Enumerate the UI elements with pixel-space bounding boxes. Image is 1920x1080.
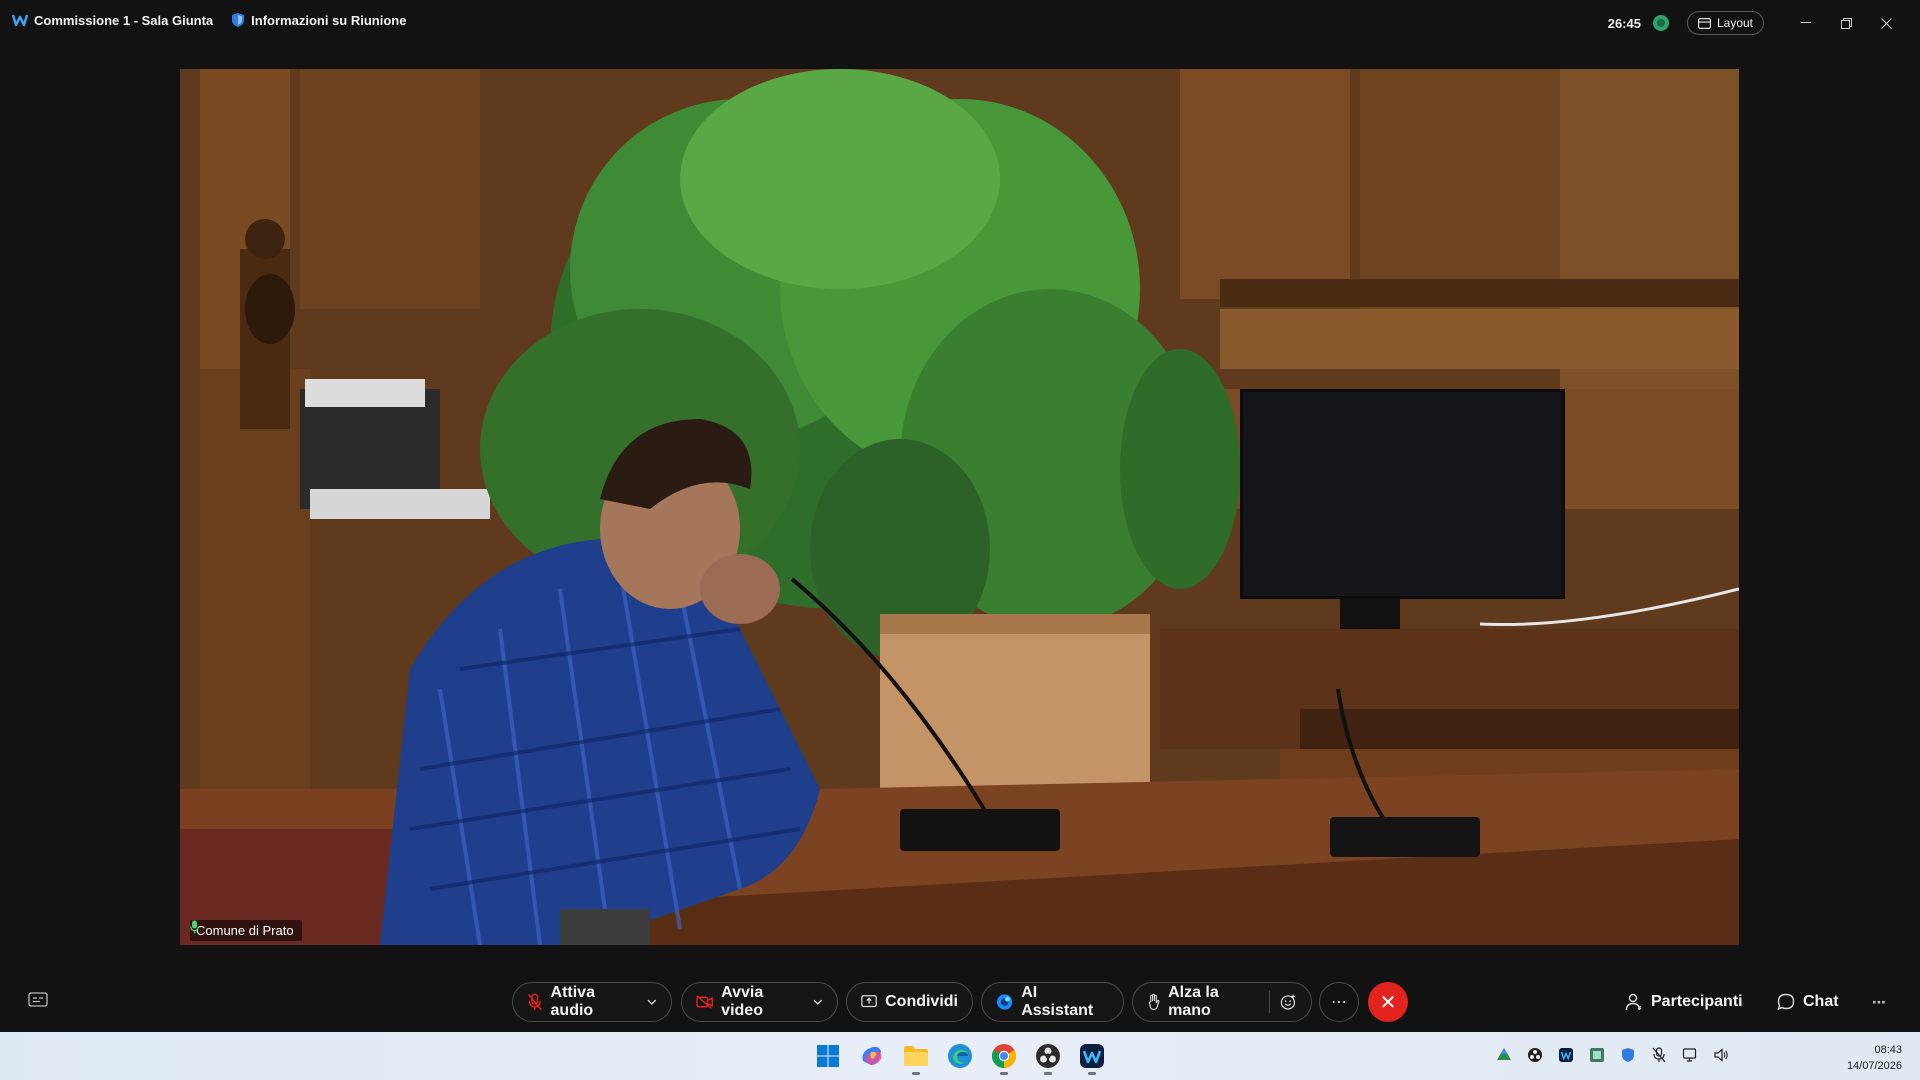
layout-icon <box>1697 17 1711 29</box>
webex-logo-icon <box>12 14 28 27</box>
tray-network-icon[interactable] <box>1681 1046 1699 1064</box>
panel-more-button[interactable]: ⋯ <box>1872 982 1886 1022</box>
taskbar-edge[interactable] <box>944 1040 976 1072</box>
tray-microphone-muted-icon[interactable] <box>1650 1046 1668 1064</box>
tray-webex-icon[interactable] <box>1557 1046 1575 1064</box>
share-label: Condividi <box>885 993 958 1010</box>
running-indicator <box>1044 1072 1052 1075</box>
layout-button[interactable]: Layout <box>1686 11 1764 35</box>
chat-icon <box>1777 993 1795 1011</box>
tray-drive-icon[interactable] <box>1495 1046 1513 1064</box>
taskbar-copilot[interactable] <box>856 1040 888 1072</box>
meeting-timer: 26:45 <box>1607 15 1641 31</box>
video-feed[interactable]: Comune di Prato <box>180 69 1739 945</box>
separator <box>1269 991 1271 1013</box>
raise-hand-label: Alza la mano <box>1168 984 1219 1019</box>
restore-button[interactable] <box>1826 10 1866 36</box>
taskbar-webex[interactable] <box>1076 1040 1108 1075</box>
participant-name: Comune di Prato <box>196 923 294 938</box>
close-window-button[interactable] <box>1866 10 1906 36</box>
clock-date: 14/07/2026 <box>1846 1060 1902 1072</box>
meeting-info-label: Informazioni su Riunione <box>251 12 407 28</box>
tray-security-icon[interactable] <box>1619 1046 1637 1064</box>
participants-icon <box>1625 993 1642 1011</box>
ai-assistant-button[interactable]: AI Assistant <box>981 982 1124 1022</box>
minimize-icon <box>1801 22 1811 23</box>
running-indicator <box>1000 1072 1008 1075</box>
tray-obs-icon[interactable] <box>1526 1046 1544 1064</box>
chrome-icon <box>991 1044 1017 1068</box>
participants-label: Partecipanti <box>1651 993 1743 1010</box>
tray-app-icon[interactable] <box>1588 1046 1606 1064</box>
taskbar-clock[interactable]: 08:43 14/07/2026 <box>1847 1042 1902 1074</box>
start-video-button[interactable]: Avvia video <box>681 982 838 1022</box>
more-icon: ⋯ <box>1331 994 1347 1011</box>
more-icon: ⋯ <box>1872 993 1886 1010</box>
taskbar-chrome[interactable] <box>988 1040 1020 1075</box>
webex-icon <box>1080 1044 1104 1068</box>
edge-icon <box>948 1044 972 1068</box>
ai-assistant-icon <box>996 994 1013 1010</box>
network-status-icon[interactable] <box>1652 15 1669 31</box>
captions-icon <box>28 992 48 1007</box>
more-options-button[interactable]: ⋯ <box>1319 982 1359 1022</box>
participants-button[interactable]: Partecipanti <box>1625 982 1743 1022</box>
minimize-button[interactable] <box>1786 10 1826 36</box>
running-indicator <box>1088 1072 1096 1075</box>
close-icon <box>1880 17 1892 29</box>
taskbar-obs[interactable] <box>1032 1040 1064 1075</box>
layout-label: Layout <box>1716 16 1753 30</box>
council-room-scene <box>180 69 1739 945</box>
audio-label: Attiva audio <box>550 984 595 1019</box>
meeting-info-button[interactable]: Informazioni su Riunione <box>231 12 406 28</box>
microphone-icon <box>190 920 199 934</box>
chat-label: Chat <box>1803 993 1839 1010</box>
tray-volume-icon[interactable] <box>1712 1046 1730 1064</box>
leave-icon: ✕ <box>1379 991 1397 1014</box>
reactions-icon[interactable] <box>1280 993 1297 1011</box>
taskbar-file-explorer[interactable] <box>900 1040 932 1075</box>
chat-button[interactable]: Chat <box>1777 982 1839 1022</box>
system-tray <box>1495 1046 1730 1064</box>
camera-off-icon <box>696 995 713 1009</box>
clock-time: 08:43 <box>1874 1044 1902 1056</box>
copilot-icon <box>862 1046 882 1065</box>
restore-icon <box>1840 17 1852 29</box>
title-bar: Commissione 1 - Sala Giunta Informazioni… <box>0 0 1920 46</box>
share-screen-icon <box>861 995 877 1008</box>
windows-taskbar: 08:43 14/07/2026 <box>0 1032 1920 1080</box>
captions-button[interactable] <box>28 992 50 1010</box>
meeting-title: Commissione 1 - Sala Giunta <box>34 12 214 28</box>
folder-icon <box>904 1046 928 1066</box>
shield-icon <box>232 13 245 27</box>
meeting-controls: Attiva audio Avvia video Condividi AI As… <box>0 968 1920 1036</box>
chevron-down-icon[interactable] <box>647 999 657 1005</box>
microphone-muted-icon <box>527 993 542 1011</box>
leave-meeting-button[interactable]: ✕ <box>1368 982 1408 1022</box>
windows-logo-icon <box>817 1045 839 1067</box>
hand-icon <box>1148 993 1160 1011</box>
ai-assistant-label: AI Assistant <box>1021 984 1094 1019</box>
chevron-down-icon[interactable] <box>813 999 823 1005</box>
running-indicator <box>912 1072 920 1075</box>
raise-hand-button[interactable]: Alza la mano <box>1132 982 1312 1022</box>
obs-icon <box>1036 1044 1060 1068</box>
start-button[interactable] <box>812 1040 844 1072</box>
video-label: Avvia video <box>721 984 764 1019</box>
meeting-title-group: Commissione 1 - Sala Giunta <box>12 13 213 28</box>
share-button[interactable]: Condividi <box>846 982 973 1022</box>
participant-name-tag: Comune di Prato <box>190 920 302 941</box>
unmute-audio-button[interactable]: Attiva audio <box>512 982 672 1022</box>
